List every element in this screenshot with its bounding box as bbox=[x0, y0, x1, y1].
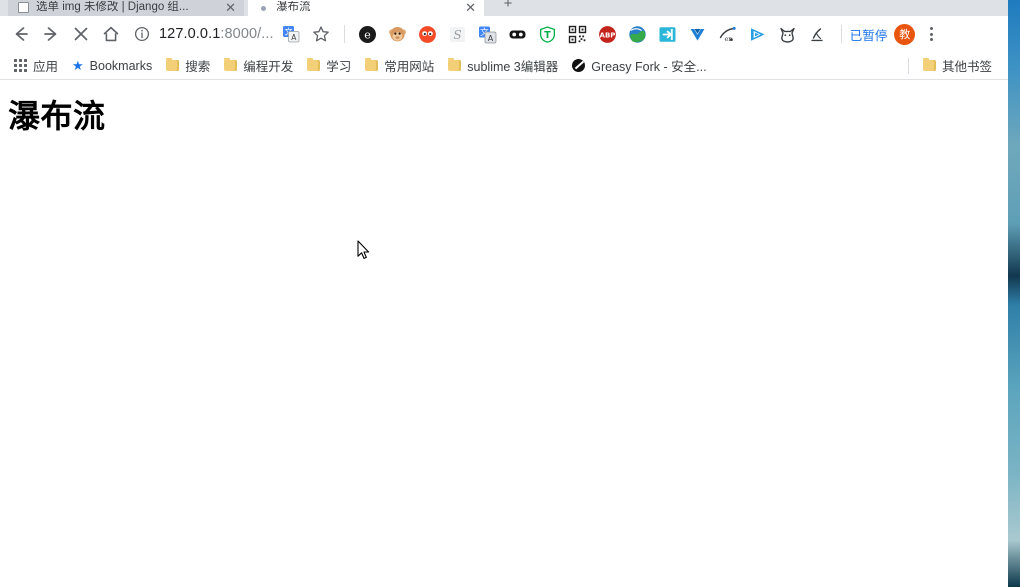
bookmark-star-icon[interactable] bbox=[308, 21, 334, 47]
other-bookmarks-button[interactable]: 其他书签 bbox=[917, 55, 998, 77]
svg-text:ABP: ABP bbox=[600, 31, 616, 39]
bookmark-label: Greasy Fork - 安全... bbox=[591, 60, 707, 74]
translate-icon[interactable]: 文 A bbox=[278, 21, 304, 47]
svg-text:A: A bbox=[291, 33, 297, 42]
bookmark-label: 学习 bbox=[326, 60, 352, 74]
profile-divider bbox=[840, 25, 842, 43]
new-tab-button[interactable]: + bbox=[498, 0, 518, 14]
loading-dot-icon bbox=[261, 6, 266, 11]
menu-dot bbox=[929, 32, 933, 36]
import-arrow-icon[interactable] bbox=[655, 21, 681, 47]
tab-close-icon[interactable]: ✕ bbox=[465, 1, 476, 14]
close-icon bbox=[74, 27, 88, 41]
forward-button[interactable] bbox=[36, 19, 66, 49]
home-button[interactable] bbox=[96, 19, 126, 49]
bookmark-item-bookmarks[interactable]: ★ Bookmarks bbox=[66, 55, 158, 77]
svg-text:A: A bbox=[488, 34, 494, 43]
google-translate-icon[interactable]: 文 A bbox=[475, 21, 501, 47]
monkey-icon[interactable] bbox=[385, 21, 411, 47]
toolbar-divider bbox=[343, 25, 345, 43]
bookmark-item-common-sites[interactable]: 常用网站 bbox=[359, 55, 440, 77]
folder-icon bbox=[166, 58, 180, 71]
page-title: 瀑布流 bbox=[8, 98, 106, 134]
svg-text:e: e bbox=[364, 28, 371, 41]
url-path: :8000/... bbox=[220, 26, 274, 42]
bookmark-item-dev[interactable]: 编程开发 bbox=[218, 55, 299, 77]
bookmark-item-greasy-fork[interactable]: Greasy Fork - 安全... bbox=[566, 55, 712, 77]
site-info-icon[interactable] bbox=[134, 26, 150, 42]
tab-title: 瀑布流 bbox=[276, 1, 311, 13]
black-glasses-icon[interactable] bbox=[505, 21, 531, 47]
page-viewport: 瀑布流 bbox=[0, 80, 1008, 587]
tampermonkey-shield-icon[interactable]: T bbox=[535, 21, 561, 47]
globe-icon[interactable] bbox=[625, 21, 651, 47]
stop-loading-button[interactable] bbox=[66, 19, 96, 49]
browser-tab-2[interactable]: 瀑布流 ✕ bbox=[248, 0, 484, 16]
bookmark-item-apps[interactable]: 应用 bbox=[8, 55, 64, 77]
bookmark-label: 常用网站 bbox=[384, 60, 435, 74]
browser-toolbar: 127.0.0.1:8000/... 文 A e bbox=[0, 16, 1008, 52]
bookmark-label: 搜索 bbox=[185, 60, 211, 74]
bookmark-label: 编程开发 bbox=[243, 60, 294, 74]
apps-grid-icon bbox=[14, 59, 27, 72]
greasy-fork-icon bbox=[572, 59, 586, 72]
bookmarks-divider bbox=[907, 57, 909, 74]
menu-dot bbox=[929, 27, 933, 30]
folder-icon bbox=[307, 58, 321, 71]
home-icon bbox=[103, 26, 119, 42]
star-icon: ★ bbox=[72, 58, 84, 73]
qr-code-icon[interactable] bbox=[565, 21, 591, 47]
avatar[interactable]: 教 bbox=[894, 23, 916, 45]
folder-icon bbox=[365, 58, 379, 71]
bookmarks-bar: 应用 ★ Bookmarks 搜索 编程开发 学习 常用网站 sublime 3… bbox=[0, 52, 1008, 80]
bookmark-label: Bookmarks bbox=[89, 58, 153, 73]
sync-paused-label[interactable]: 已暂停 bbox=[850, 25, 888, 44]
address-bar[interactable]: 127.0.0.1:8000/... bbox=[132, 20, 276, 48]
url-text: 127.0.0.1:8000/... bbox=[159, 26, 274, 42]
pen-mark-icon[interactable] bbox=[805, 21, 831, 47]
script-en-icon[interactable]: en bbox=[715, 21, 741, 47]
bookmark-label: 应用 bbox=[33, 60, 59, 74]
blue-play-icon[interactable] bbox=[745, 21, 771, 47]
fox-outline-icon[interactable] bbox=[775, 21, 801, 47]
tab-title: 选单 img 未修改 | Django 组... bbox=[36, 1, 189, 13]
bookmark-item-study[interactable]: 学习 bbox=[301, 55, 357, 77]
bookmark-label: sublime 3编辑器 bbox=[467, 60, 559, 74]
menu-dot bbox=[929, 38, 933, 41]
forward-arrow-icon bbox=[44, 27, 57, 41]
mouse-cursor bbox=[357, 240, 370, 259]
browser-window: 选单 img 未修改 | Django 组... ✕ 瀑布流 ✕ + 127.0… bbox=[0, 0, 1008, 587]
svg-text:T: T bbox=[544, 30, 551, 41]
tab-close-icon[interactable]: ✕ bbox=[225, 1, 236, 14]
bookmark-item-sublime[interactable]: sublime 3编辑器 bbox=[442, 55, 564, 77]
edge-e-icon[interactable]: e bbox=[355, 21, 381, 47]
adblock-plus-icon[interactable]: ABP bbox=[595, 21, 621, 47]
document-icon bbox=[18, 2, 29, 13]
folder-icon bbox=[922, 58, 936, 71]
bookmark-item-search[interactable]: 搜索 bbox=[160, 55, 216, 77]
browser-tab-1[interactable]: 选单 img 未修改 | Django 组... ✕ bbox=[8, 0, 244, 16]
browser-menu-button[interactable] bbox=[919, 21, 943, 47]
folder-icon bbox=[448, 58, 462, 71]
back-button[interactable] bbox=[6, 19, 36, 49]
other-bookmarks-label: 其他书签 bbox=[941, 60, 992, 74]
url-host: 127.0.0.1 bbox=[159, 26, 221, 42]
folder-icon bbox=[224, 58, 238, 71]
tab-strip: 选单 img 未修改 | Django 组... ✕ 瀑布流 ✕ + bbox=[0, 0, 1008, 16]
blue-v-icon[interactable] bbox=[685, 21, 711, 47]
orange-face-icon[interactable] bbox=[415, 21, 441, 47]
back-arrow-icon bbox=[15, 27, 28, 41]
svg-text:S: S bbox=[454, 28, 462, 42]
scribd-s-icon[interactable]: S bbox=[445, 21, 471, 47]
